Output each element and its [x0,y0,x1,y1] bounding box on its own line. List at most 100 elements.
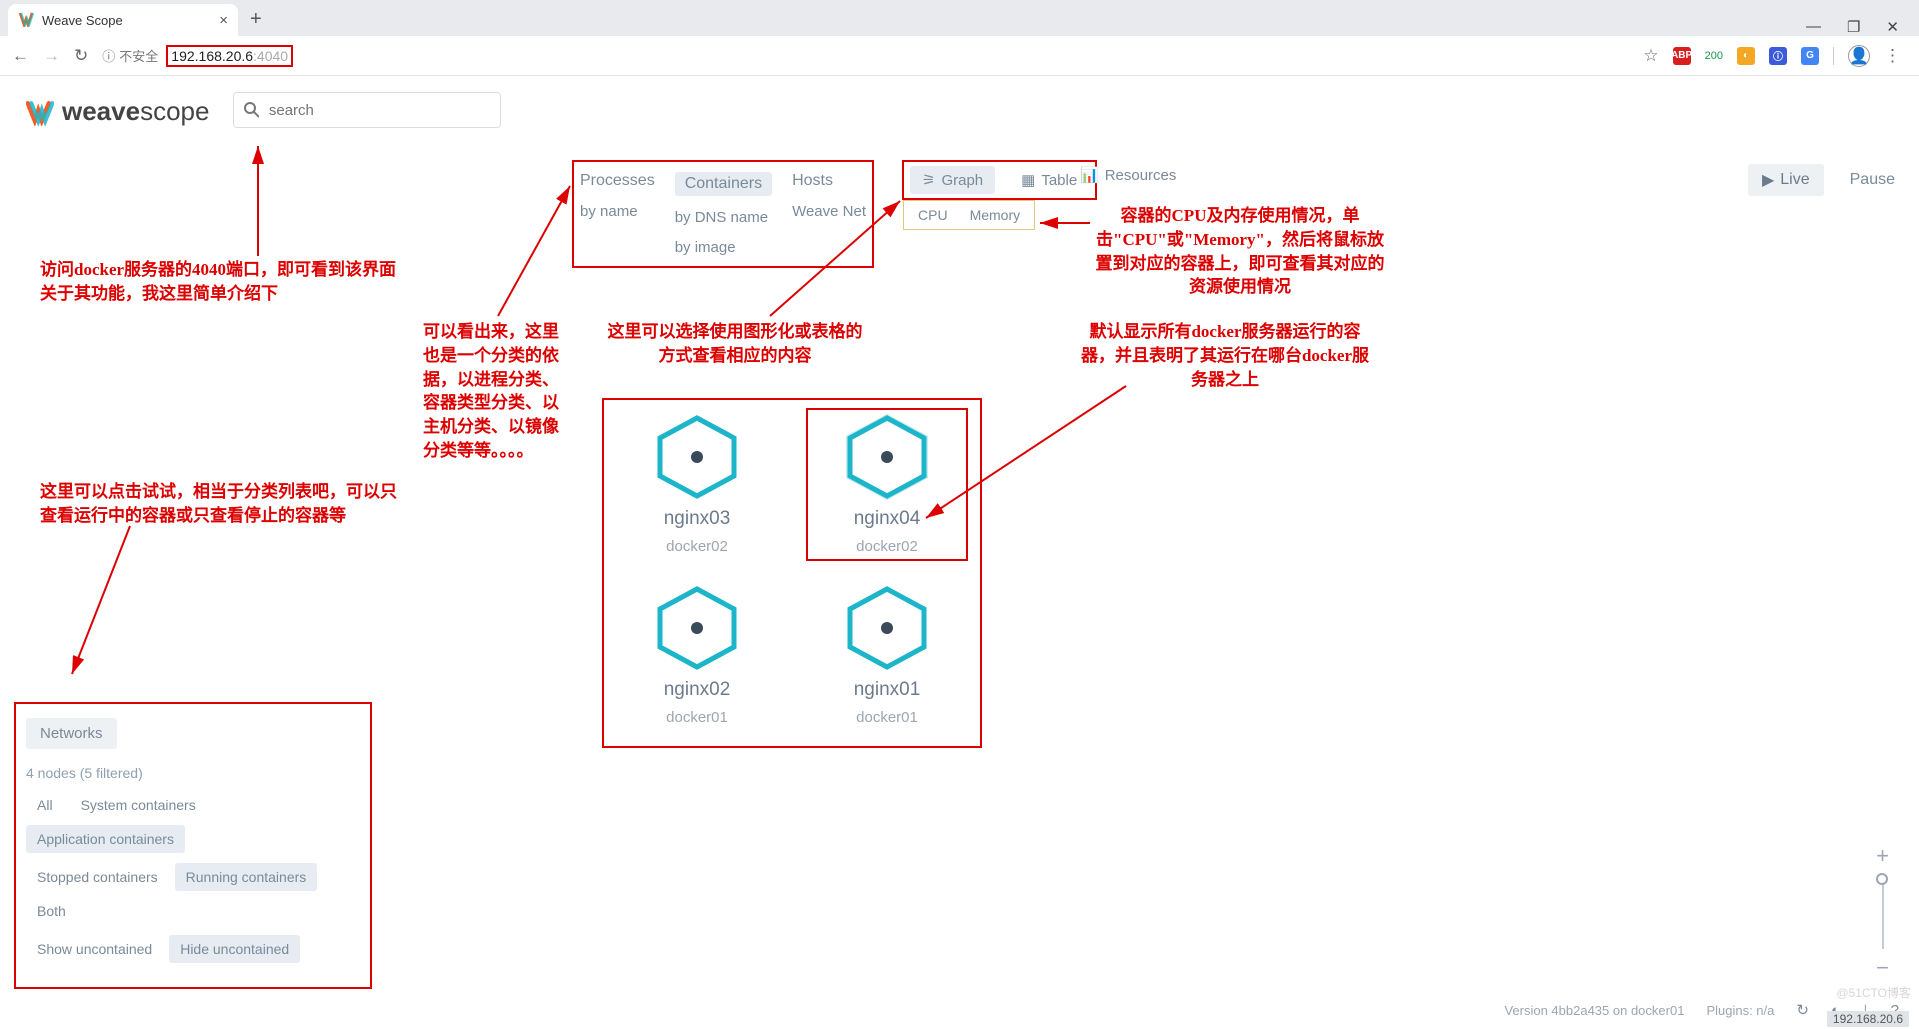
zoom-controls: + − [1876,843,1889,981]
insecure-label: 不安全 [119,46,158,65]
hosts-weavenet[interactable]: Weave Net [792,203,866,220]
back-button[interactable]: ← [12,46,29,66]
profile-icon[interactable]: 👤 [1848,45,1870,67]
node-host: docker01 [856,709,918,726]
url-host: 192.168.20.6 [171,48,253,64]
bookmark-star-icon[interactable]: ☆ [1643,46,1658,66]
containers-bydns[interactable]: by DNS name [675,209,768,226]
new-tab-button[interactable]: + [238,3,274,36]
search-input[interactable] [269,102,491,119]
filter-hide-uncontained[interactable]: Hide uncontained [169,935,300,963]
resources-view-button[interactable]: 📊Resources [1080,166,1176,184]
filter-stopped-containers[interactable]: Stopped containers [26,863,169,891]
translate-extension-icon[interactable]: G [1801,47,1819,65]
reload-button[interactable]: ↻ [74,46,88,66]
version-label: Version 4bb2a435 on docker01 [1504,1003,1684,1018]
processes-tab[interactable]: Processes [580,172,655,190]
url-host-highlight: 192.168.20.6:4040 [166,45,293,67]
topology-selector: Processes by name Containers by DNS name… [572,160,874,268]
search-box[interactable] [233,92,501,128]
zoom-in-button[interactable]: + [1876,843,1889,869]
address-bar: ← → ↻ ⓘ不安全 192.168.20.6:4040 ☆ ABP 200 ◐… [0,36,1919,76]
window-controls: — ❐ ✕ [1806,18,1919,36]
weave-favicon [18,11,34,30]
containers-tab[interactable]: Containers [675,172,772,196]
hexagon-icon [654,585,740,671]
anno-topo: 可以看出来，这里也是一个分类的依据，以进程分类、容器类型分类、以主机分类、以镜像… [423,320,573,463]
container-node[interactable]: nginx01 docker01 [812,585,962,726]
pause-button[interactable]: Pause [1850,171,1895,189]
tab-title: Weave Scope [42,13,123,28]
zoom-out-button[interactable]: − [1876,955,1889,981]
table-icon: ▦ [1021,171,1035,189]
containers-byimage[interactable]: by image [675,239,736,256]
view-mode-group: ⚞Graph ▦Table [902,160,1097,200]
filter-both[interactable]: Both [26,897,77,925]
networks-label[interactable]: Networks [26,718,117,749]
node-name: nginx03 [664,508,731,530]
extension-icon-3[interactable]: ⓘ [1769,47,1787,65]
search-icon [244,102,258,118]
logo-text-bold: weave [62,96,140,126]
browser-tab[interactable]: Weave Scope × [8,4,238,36]
maximize-icon[interactable]: ❐ [1847,18,1860,36]
minimize-icon[interactable]: — [1806,18,1821,36]
anno-view: 这里可以选择使用图形化或表格的方式查看相应的内容 [605,320,865,368]
hexagon-icon [844,414,930,500]
abp-extension-icon[interactable]: ABP [1673,47,1691,65]
ip-watermark: 192.168.20.6 [1827,1011,1909,1027]
refresh-icon[interactable]: ↻ [1796,1001,1809,1019]
filter-show-uncontained[interactable]: Show uncontained [26,935,163,963]
logo-text-light: scope [140,96,209,126]
hexagon-icon [844,585,930,671]
node-name: nginx01 [854,679,921,701]
filter-panel: Networks 4 nodes (5 filtered) All System… [14,702,372,989]
info-icon[interactable]: ⓘ [102,46,115,65]
window-close-icon[interactable]: ✕ [1886,18,1899,36]
memory-metric-button[interactable]: Memory [970,207,1021,223]
forward-button[interactable]: → [43,46,60,66]
watermark: @51CTO博客 [1836,984,1911,1001]
ext-badge-200: 200 [1705,50,1723,62]
container-nodes-area: nginx03 docker02 nginx04 docker02 nginx02 doc… [602,398,982,748]
metrics-selector: CPU Memory [903,200,1035,230]
hosts-tab[interactable]: Hosts [792,172,833,190]
browser-tab-strip: Weave Scope × + — ❐ ✕ [0,0,1919,36]
resources-icon: 📊 [1080,166,1099,184]
play-icon: ▶ [1762,170,1774,190]
browser-menu-icon[interactable]: ⋮ [1884,46,1901,66]
container-node[interactable]: nginx03 docker02 [622,414,772,555]
url-box[interactable]: ⓘ不安全 192.168.20.6:4040 [102,45,1629,67]
container-node[interactable]: nginx04 docker02 [806,408,968,561]
node-host: docker02 [856,538,918,555]
extension-icon-2[interactable]: ◐ [1737,47,1755,65]
hexagon-icon [654,414,740,500]
table-view-button[interactable]: ▦Table [1009,166,1089,194]
close-tab-icon[interactable]: × [219,12,228,29]
separator [1833,47,1834,65]
anno-url: 访问docker服务器的4040端口，即可看到该界面关于其功能，我这里简单介绍下 [40,258,410,306]
node-name: nginx04 [854,508,921,530]
node-host: docker01 [666,709,728,726]
zoom-slider[interactable] [1882,875,1884,949]
filter-application-containers[interactable]: Application containers [26,825,185,853]
graph-view-button[interactable]: ⚞Graph [910,166,995,194]
zoom-handle[interactable] [1876,873,1888,885]
container-node[interactable]: nginx02 docker01 [622,585,772,726]
live-button[interactable]: ▶Live [1748,164,1824,196]
url-port: :4040 [253,48,288,64]
node-host: docker02 [666,538,728,555]
anno-nodes: 默认显示所有docker服务器运行的容器，并且表明了其运行在哪台docker服务… [1080,320,1370,391]
weavescope-logo: weavescope [26,96,209,127]
filter-all[interactable]: All [26,791,64,819]
filter-running-containers[interactable]: Running containers [175,863,318,891]
processes-byname[interactable]: by name [580,203,638,220]
graph-icon: ⚞ [922,171,935,189]
filter-system-containers[interactable]: System containers [70,791,207,819]
anno-filters: 这里可以点击试试，相当于分类列表吧，可以只查看运行中的容器或只查看停止的容器等 [40,480,410,528]
cpu-metric-button[interactable]: CPU [918,207,948,223]
node-name: nginx02 [664,679,731,701]
nodes-count: 4 nodes (5 filtered) [26,765,360,781]
plugins-label: Plugins: n/a [1706,1003,1774,1018]
anno-metrics: 容器的CPU及内存使用情况，单击"CPU"或"Memory"，然后将鼠标放置到对… [1095,204,1385,299]
